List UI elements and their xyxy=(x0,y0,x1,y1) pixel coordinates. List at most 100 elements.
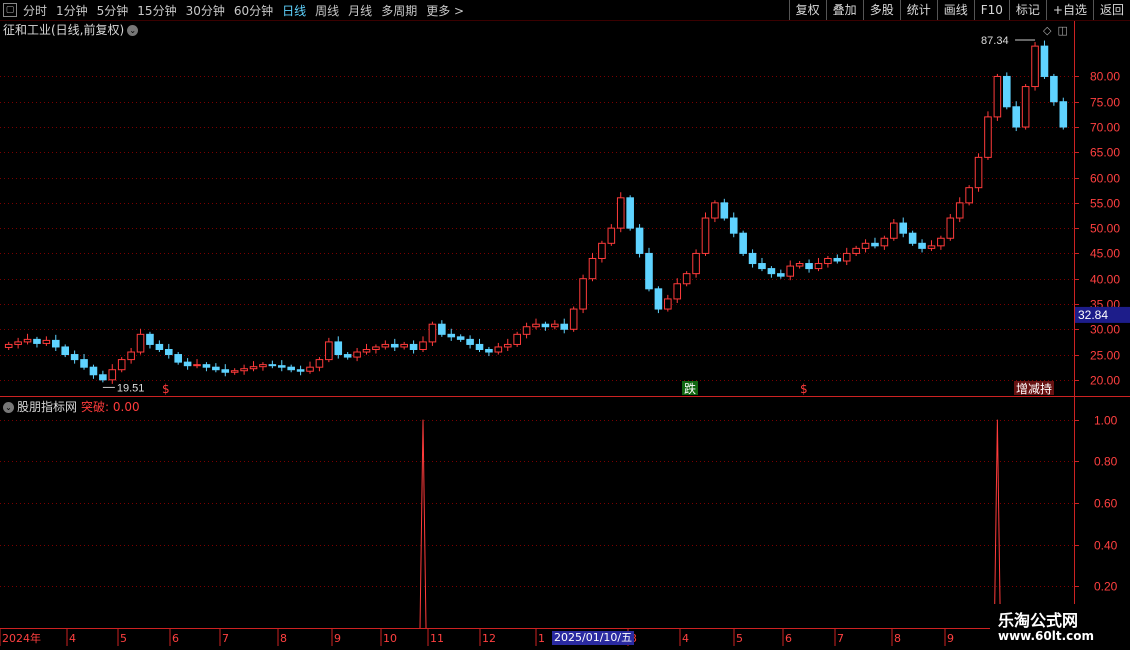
candle-body xyxy=(1003,75,1011,108)
x-tick-label: 9 xyxy=(334,632,341,645)
candle-body xyxy=(805,263,813,270)
main-tick-label: 30.00 xyxy=(1090,323,1120,337)
candle-body xyxy=(343,354,352,358)
main-tick-label: 40.00 xyxy=(1090,273,1120,287)
indicator-name: 股朋指标网 xyxy=(17,400,78,414)
candle-body xyxy=(880,237,889,247)
candle-body xyxy=(899,222,908,234)
candle-body xyxy=(955,202,964,219)
x-tick-label: 2024年 xyxy=(2,631,41,645)
watermark: 乐淘公式网 www.60lt.com xyxy=(990,604,1130,650)
candle-body xyxy=(598,242,606,259)
candle-body xyxy=(212,366,220,371)
candle-body xyxy=(777,273,785,277)
event-marker: 增减持 xyxy=(1016,381,1052,396)
candle-body xyxy=(739,232,747,254)
low-annotation: 19.51 xyxy=(117,382,145,394)
candle-body xyxy=(136,333,145,353)
candle-body xyxy=(1012,106,1021,128)
candle-body xyxy=(296,369,305,372)
x-tick-label: 5 xyxy=(736,632,743,645)
main-tick-label: 45.00 xyxy=(1090,247,1120,261)
candle-body xyxy=(268,364,277,367)
candle-body xyxy=(833,257,842,262)
candle-body xyxy=(692,252,700,275)
candle-body xyxy=(569,308,578,330)
candle-body xyxy=(729,217,738,234)
cursor-date-label: 2025/01/10/五 xyxy=(552,631,635,645)
candle-body xyxy=(51,339,60,348)
candle-body xyxy=(918,242,926,249)
candle-body xyxy=(70,354,79,361)
candle-body xyxy=(155,343,164,350)
candle-body xyxy=(993,75,1002,118)
candle-body xyxy=(852,247,860,254)
candle-body xyxy=(409,343,418,350)
high-annotation: 87.34 xyxy=(981,35,1009,47)
indicator-signal-value: 突破: 0.00 xyxy=(81,400,140,414)
main-tick-label: 60.00 xyxy=(1090,172,1120,186)
candle-body xyxy=(1021,86,1030,128)
candle-body xyxy=(635,227,644,254)
candle-body xyxy=(117,359,126,371)
candle-body xyxy=(654,288,663,310)
x-tick-label: 4 xyxy=(682,632,689,645)
candle-body xyxy=(362,348,371,353)
candle-body xyxy=(701,217,710,254)
x-tick-label: 1 xyxy=(538,632,545,645)
candle-body xyxy=(748,252,757,265)
indicator-title[interactable]: ⌄ 股朋指标网 突破: 0.00 xyxy=(3,398,140,415)
candle-body xyxy=(42,339,51,344)
candle-body xyxy=(99,374,107,381)
candle-body xyxy=(532,323,540,328)
stock-chart[interactable]: 20.0025.0030.0035.0040.0045.0050.0055.00… xyxy=(0,0,1130,650)
candle-body xyxy=(164,348,173,356)
current-price-label: 32.84 xyxy=(1078,308,1108,322)
candle-body xyxy=(908,232,917,244)
candle-body xyxy=(767,268,776,275)
candle-body xyxy=(607,227,616,244)
candle-body xyxy=(682,273,691,285)
event-marker: $ xyxy=(800,382,808,396)
main-tick-label: 75.00 xyxy=(1090,96,1120,110)
main-tick-label: 25.00 xyxy=(1090,349,1120,363)
x-tick-label: 7 xyxy=(837,632,844,645)
candle-body xyxy=(400,343,408,348)
candle-body xyxy=(1050,75,1058,103)
chevron-down-icon[interactable]: ⌄ xyxy=(3,402,14,413)
candle-body xyxy=(494,346,503,353)
candle-body xyxy=(127,351,135,361)
main-tick-label: 80.00 xyxy=(1090,70,1120,84)
sub-tick-label: 0.60 xyxy=(1094,497,1118,511)
signal-spike xyxy=(993,419,1001,629)
candle-body xyxy=(560,323,569,330)
candle-body xyxy=(890,222,898,239)
candle-body xyxy=(230,370,239,373)
main-tick-label: 70.00 xyxy=(1090,121,1120,135)
candle-body xyxy=(390,343,399,348)
sub-tick-label: 0.40 xyxy=(1094,539,1118,553)
event-marker: $ xyxy=(162,382,170,396)
candle-body xyxy=(842,252,851,262)
candle-body xyxy=(626,197,634,229)
candle-body xyxy=(795,263,804,267)
candle-body xyxy=(720,202,729,219)
main-tick-label: 50.00 xyxy=(1090,222,1120,236)
candle-body xyxy=(61,346,69,356)
candle-body xyxy=(33,338,41,344)
candle-body xyxy=(984,116,992,158)
x-tick-label: 6 xyxy=(172,632,179,645)
candle-body xyxy=(23,338,32,343)
sub-tick-label: 0.20 xyxy=(1094,580,1118,594)
candle-body xyxy=(456,336,465,340)
x-tick-label: 4 xyxy=(69,632,76,645)
candle-body xyxy=(419,341,427,350)
candle-body xyxy=(353,351,361,358)
candle-body xyxy=(579,278,587,310)
x-tick-label: 11 xyxy=(430,632,444,645)
candle-body xyxy=(937,237,945,247)
watermark-url: www.60lt.com xyxy=(998,629,1095,643)
candle-body xyxy=(871,242,879,247)
candle-body xyxy=(965,187,973,204)
candle-body xyxy=(927,245,936,249)
